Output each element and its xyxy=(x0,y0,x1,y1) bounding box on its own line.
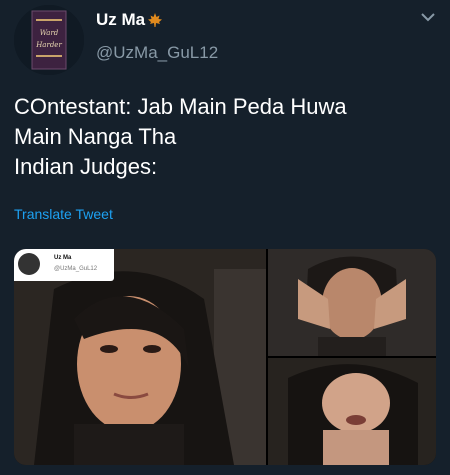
tweet-text: COntestant: Jab Main Peda Huwa Main Nang… xyxy=(14,92,434,182)
media-photo-bottom-right xyxy=(268,358,436,465)
translate-tweet-link[interactable]: Translate Tweet xyxy=(14,206,113,222)
media-photo-left: Uz Ma @UzMa_GuL12 xyxy=(14,249,266,465)
tweet-media[interactable]: Uz Ma @UzMa_GuL12 xyxy=(14,249,436,465)
media-photo-top-right xyxy=(268,249,436,356)
svg-text:Harder: Harder xyxy=(35,41,62,49)
embedded-avatar xyxy=(18,253,40,275)
display-name-text: Uz Ma xyxy=(96,10,146,29)
embedded-tweet-header: Uz Ma @UzMa_GuL12 xyxy=(14,249,114,281)
avatar[interactable]: Ward Harder xyxy=(14,5,84,75)
user-handle[interactable]: @UzMa_GuL12 xyxy=(96,43,218,63)
svg-text:Ward: Ward xyxy=(40,29,59,37)
maple-leaf-icon xyxy=(148,13,163,27)
display-name[interactable]: Uz Ma xyxy=(96,10,163,30)
tweet-text-line: Main Nanga Tha xyxy=(14,124,177,149)
chevron-down-icon[interactable] xyxy=(421,12,435,22)
tweet-text-line: COntestant: Jab Main Peda Huwa xyxy=(14,94,347,119)
embedded-handle: @UzMa_GuL12 xyxy=(54,266,98,272)
tweet-text-line: Indian Judges: xyxy=(14,154,158,179)
embedded-display-name: Uz Ma xyxy=(54,255,72,261)
